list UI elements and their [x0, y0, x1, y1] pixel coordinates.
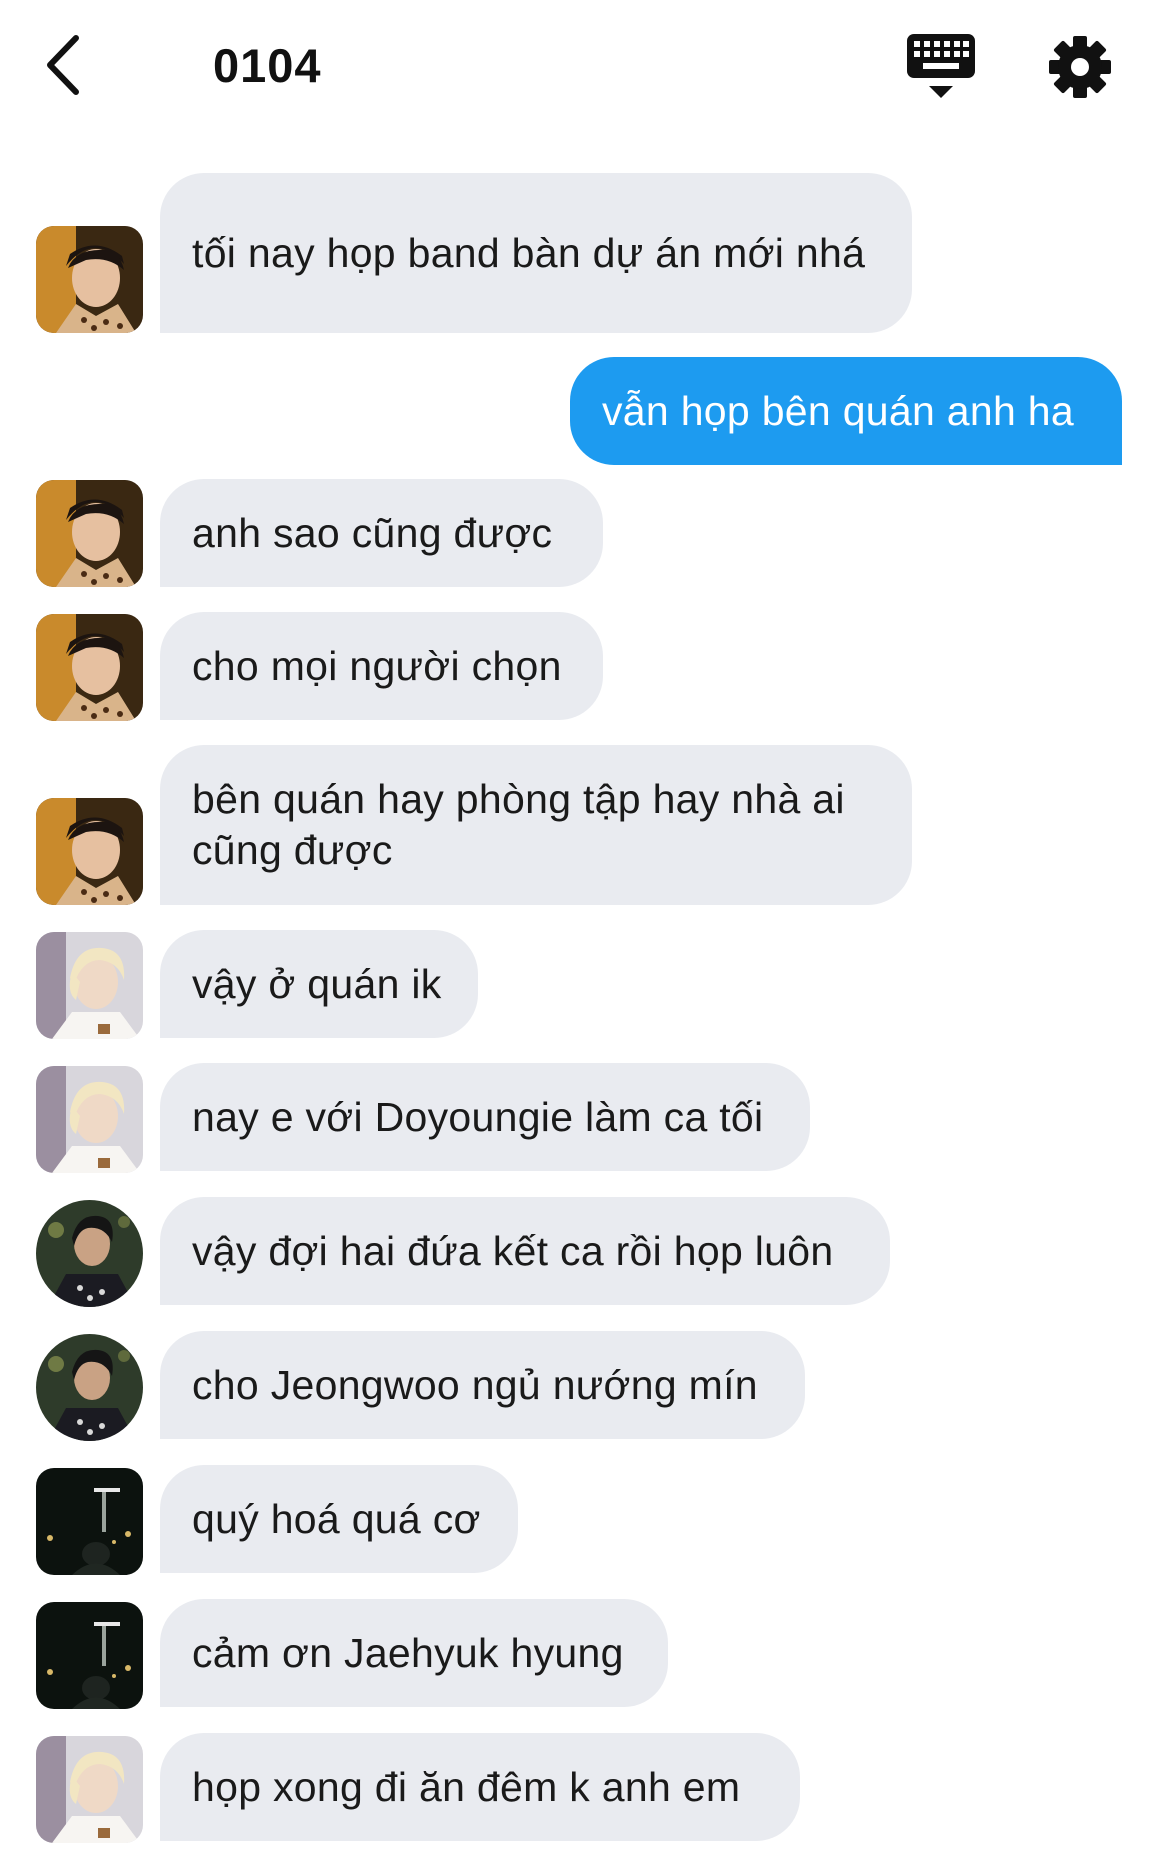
- message-bubble-outgoing[interactable]: vẫn họp bên quán anh ha: [570, 357, 1122, 465]
- message-bubble[interactable]: nay e với Doyoungie làm ca tối: [160, 1063, 810, 1171]
- chevron-left-icon: [47, 35, 79, 95]
- chat-header: 0104: [0, 0, 1170, 135]
- avatar[interactable]: [36, 1736, 143, 1843]
- keyboard-icon: [907, 34, 975, 98]
- member-avatar-icon: [36, 798, 143, 905]
- avatar[interactable]: [36, 1334, 143, 1441]
- message-bubble[interactable]: bên quán hay phòng tập hay nhà ai cũng đ…: [160, 745, 912, 905]
- member-avatar-icon: [36, 1468, 143, 1575]
- settings-button[interactable]: [1045, 32, 1115, 102]
- message-bubble[interactable]: cảm ơn Jaehyuk hyung: [160, 1599, 668, 1707]
- avatar[interactable]: [36, 480, 143, 587]
- message-bubble[interactable]: vậy ở quán ik: [160, 930, 478, 1038]
- member-avatar-icon: [36, 1200, 143, 1307]
- member-avatar-icon: [36, 1334, 143, 1441]
- avatar[interactable]: [36, 798, 143, 905]
- avatar[interactable]: [36, 1200, 143, 1307]
- member-avatar-icon: [36, 1066, 143, 1173]
- member-avatar-icon: [36, 480, 143, 587]
- member-avatar-icon: [36, 226, 143, 333]
- back-button[interactable]: [40, 30, 90, 100]
- avatar[interactable]: [36, 226, 143, 333]
- message-text: cho mọi người chọn: [192, 642, 562, 689]
- message-text: tối nay họp band bàn dự án mới nhá: [192, 229, 866, 276]
- message-text: vậy đợi hai đứa kết ca rồi họp luôn: [192, 1227, 834, 1274]
- message-text: vậy ở quán ik: [192, 960, 442, 1007]
- message-text: bên quán hay phòng tập hay nhà ai cũng đ…: [192, 776, 845, 873]
- avatar[interactable]: [36, 1468, 143, 1575]
- member-avatar-icon: [36, 1736, 143, 1843]
- avatar[interactable]: [36, 1066, 143, 1173]
- message-text: họp xong đi ăn đêm k anh em: [192, 1763, 741, 1810]
- message-bubble[interactable]: vậy đợi hai đứa kết ca rồi họp luôn: [160, 1197, 890, 1305]
- avatar[interactable]: [36, 932, 143, 1039]
- keyboard-button[interactable]: [905, 32, 977, 100]
- message-bubble[interactable]: cho mọi người chọn: [160, 612, 603, 720]
- gear-icon: [1049, 36, 1111, 98]
- message-text: vẫn họp bên quán anh ha: [602, 387, 1074, 434]
- message-bubble[interactable]: quý hoá quá cơ: [160, 1465, 518, 1573]
- message-text: nay e với Doyoungie làm ca tối: [192, 1093, 764, 1140]
- message-text: quý hoá quá cơ: [192, 1495, 481, 1542]
- avatar[interactable]: [36, 1602, 143, 1709]
- conversation-title: 0104: [213, 39, 322, 92]
- message-bubble[interactable]: tối nay họp band bàn dự án mới nhá: [160, 173, 912, 333]
- message-text: cảm ơn Jaehyuk hyung: [192, 1629, 624, 1676]
- message-bubble[interactable]: cho Jeongwoo ngủ nướng mín: [160, 1331, 805, 1439]
- message-bubble[interactable]: anh sao cũng được: [160, 479, 603, 587]
- member-avatar-icon: [36, 1602, 143, 1709]
- message-text: anh sao cũng được: [192, 509, 553, 556]
- member-avatar-icon: [36, 614, 143, 721]
- message-bubble[interactable]: họp xong đi ăn đêm k anh em: [160, 1733, 800, 1841]
- member-avatar-icon: [36, 932, 143, 1039]
- message-text: cho Jeongwoo ngủ nướng mín: [192, 1361, 758, 1408]
- avatar[interactable]: [36, 614, 143, 721]
